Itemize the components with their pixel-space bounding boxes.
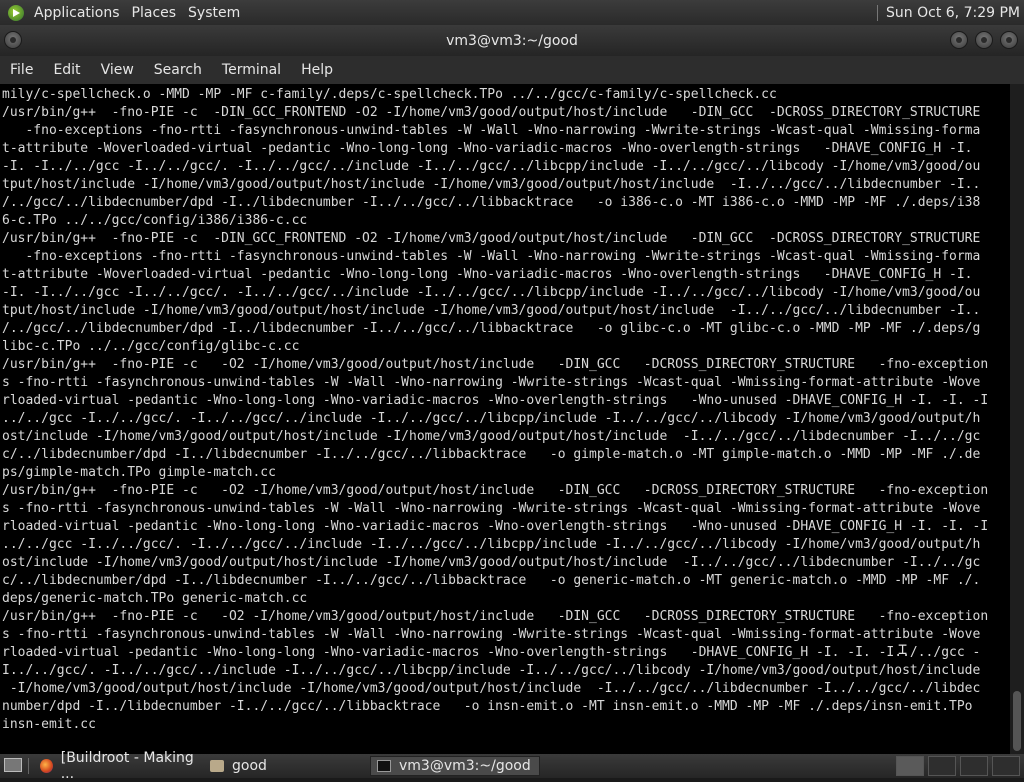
terminal-line: /usr/bin/g++ -fno-PIE -c -O2 -I/home/vm3… xyxy=(2,609,989,624)
terminal-line: -I. -I../../gcc -I../../gcc/. -I../../gc… xyxy=(2,159,981,174)
workspace-2[interactable] xyxy=(928,756,956,776)
menu-search[interactable]: Search xyxy=(144,62,212,78)
task-terminal[interactable]: vm3@vm3:~/good xyxy=(370,756,540,776)
terminal-line: /../gcc/../libdecnumber/dpd -I../libdecn… xyxy=(2,195,981,210)
terminal-line: ../../gcc -I../../gcc/. -I../../gcc/../i… xyxy=(2,537,981,552)
bottom-taskbar: [Buildroot - Making ... good vm3@vm3:~/g… xyxy=(0,750,1024,782)
menu-terminal[interactable]: Terminal xyxy=(212,62,291,78)
top-panel: Applications Places System Sun Oct 6, 7:… xyxy=(0,0,1024,25)
text-cursor-icon: ⌶ xyxy=(898,640,908,658)
terminal-line: c/../libdecnumber/dpd -I../libdecnumber … xyxy=(2,573,981,588)
workspace-1[interactable] xyxy=(896,756,924,776)
terminal-line: rloaded-virtual -pedantic -Wno-long-long… xyxy=(2,393,989,408)
terminal-line: -fno-exceptions -fno-rtti -fasynchronous… xyxy=(2,249,981,264)
terminal-line: libc-c.TPo ../../gcc/config/glibc-c.cc xyxy=(2,339,300,354)
terminal-line: rloaded-virtual -pedantic -Wno-long-long… xyxy=(2,645,981,660)
terminal-output[interactable]: mily/c-spellcheck.o -MMD -MP -MF c-famil… xyxy=(0,84,1010,754)
terminal-line: s -fno-rtti -fasynchronous-unwind-tables… xyxy=(2,627,981,642)
applications-menu[interactable]: Applications xyxy=(28,5,126,21)
panel-separator xyxy=(877,4,879,21)
folder-icon xyxy=(210,760,224,772)
terminal-line: number/dpd -I../libdecnumber -I../../gcc… xyxy=(2,699,973,714)
menu-help[interactable]: Help xyxy=(291,62,343,78)
terminal-line: s -fno-rtti -fasynchronous-unwind-tables… xyxy=(2,501,981,516)
task-label: vm3@vm3:~/good xyxy=(399,758,531,774)
terminal-menubar: File Edit View Search Terminal Help xyxy=(0,56,1024,84)
terminal-line: t-attribute -Woverloaded-virtual -pedant… xyxy=(2,141,973,156)
window-title: vm3@vm3:~/good xyxy=(446,33,578,49)
menu-edit[interactable]: Edit xyxy=(43,62,90,78)
clock-area: Sun Oct 6, 7:29 PM xyxy=(877,0,1020,25)
terminal-line: /usr/bin/g++ -fno-PIE -c -O2 -I/home/vm3… xyxy=(2,483,989,498)
terminal-line: /usr/bin/g++ -fno-PIE -c -O2 -I/home/vm3… xyxy=(2,357,989,372)
terminal-line: tput/host/include -I/home/vm3/good/outpu… xyxy=(2,177,981,192)
task-label: good xyxy=(232,758,267,774)
terminal-scrollbar[interactable] xyxy=(1010,84,1024,754)
terminal-line: -I/home/vm3/good/output/host/include -I/… xyxy=(2,681,981,696)
terminal-line: ps/gimple-match.TPo gimple-match.cc xyxy=(2,465,276,480)
terminal-line: t-attribute -Woverloaded-virtual -pedant… xyxy=(2,267,973,282)
terminal-line: ost/include -I/home/vm3/good/output/host… xyxy=(2,429,981,444)
workspace-3[interactable] xyxy=(960,756,988,776)
terminal-line: c/../libdecnumber/dpd -I../libdecnumber … xyxy=(2,447,981,462)
top-panel-menu: Applications Places System xyxy=(28,0,246,25)
terminal-line: rloaded-virtual -pedantic -Wno-long-long… xyxy=(2,519,989,534)
terminal-line: /../gcc/../libdecnumber/dpd -I../libdecn… xyxy=(2,321,981,336)
terminal-line: s -fno-rtti -fasynchronous-unwind-tables… xyxy=(2,375,981,390)
taskbar-separator xyxy=(28,758,29,774)
terminal-line: 6-c.TPo ../../gcc/config/i386/i386-c.cc xyxy=(2,213,308,228)
task-good-folder[interactable]: good xyxy=(204,756,369,776)
terminal-line: ../../gcc -I../../gcc/. -I../../gcc/../i… xyxy=(2,411,981,426)
terminal-line: /usr/bin/g++ -fno-PIE -c -DIN_GCC_FRONTE… xyxy=(2,105,981,120)
terminal-line: insn-emit.cc xyxy=(2,717,96,732)
close-button[interactable] xyxy=(1000,31,1018,49)
scrollbar-thumb[interactable] xyxy=(1013,691,1021,751)
window-titlebar[interactable]: vm3@vm3:~/good xyxy=(0,25,1024,56)
terminal-line: mily/c-spellcheck.o -MMD -MP -MF c-famil… xyxy=(2,87,777,102)
system-menu[interactable]: System xyxy=(182,5,246,21)
terminal-line: -I. -I../../gcc -I../../gcc/. -I../../gc… xyxy=(2,285,981,300)
task-label: [Buildroot - Making ... xyxy=(60,750,194,782)
menu-view[interactable]: View xyxy=(91,62,144,78)
terminal-line: ost/include -I/home/vm3/good/output/host… xyxy=(2,555,981,570)
maximize-button[interactable] xyxy=(975,31,993,49)
terminal-line: -fno-exceptions -fno-rtti -fasynchronous… xyxy=(2,123,981,138)
workspace-4[interactable] xyxy=(992,756,1020,776)
task-buildroot-browser[interactable]: [Buildroot - Making ... xyxy=(34,750,204,782)
menu-file[interactable]: File xyxy=(0,62,43,78)
places-menu[interactable]: Places xyxy=(126,5,183,21)
terminal-icon xyxy=(377,760,391,772)
clock[interactable]: Sun Oct 6, 7:29 PM xyxy=(886,5,1020,21)
terminal-line: tput/host/include -I/home/vm3/good/outpu… xyxy=(2,303,981,318)
terminal-line: deps/generic-match.TPo generic-match.cc xyxy=(2,591,308,606)
terminal-text: mily/c-spellcheck.o -MMD -MP -MF c-famil… xyxy=(0,84,1010,734)
terminal-line: I../../gcc/. -I../../gcc/../include -I..… xyxy=(2,663,981,678)
show-desktop-icon[interactable] xyxy=(4,758,22,772)
distro-logo-icon[interactable] xyxy=(8,4,24,21)
terminal-line: /usr/bin/g++ -fno-PIE -c -DIN_GCC_FRONTE… xyxy=(2,231,981,246)
firefox-icon xyxy=(40,759,53,773)
minimize-button[interactable] xyxy=(950,31,968,49)
